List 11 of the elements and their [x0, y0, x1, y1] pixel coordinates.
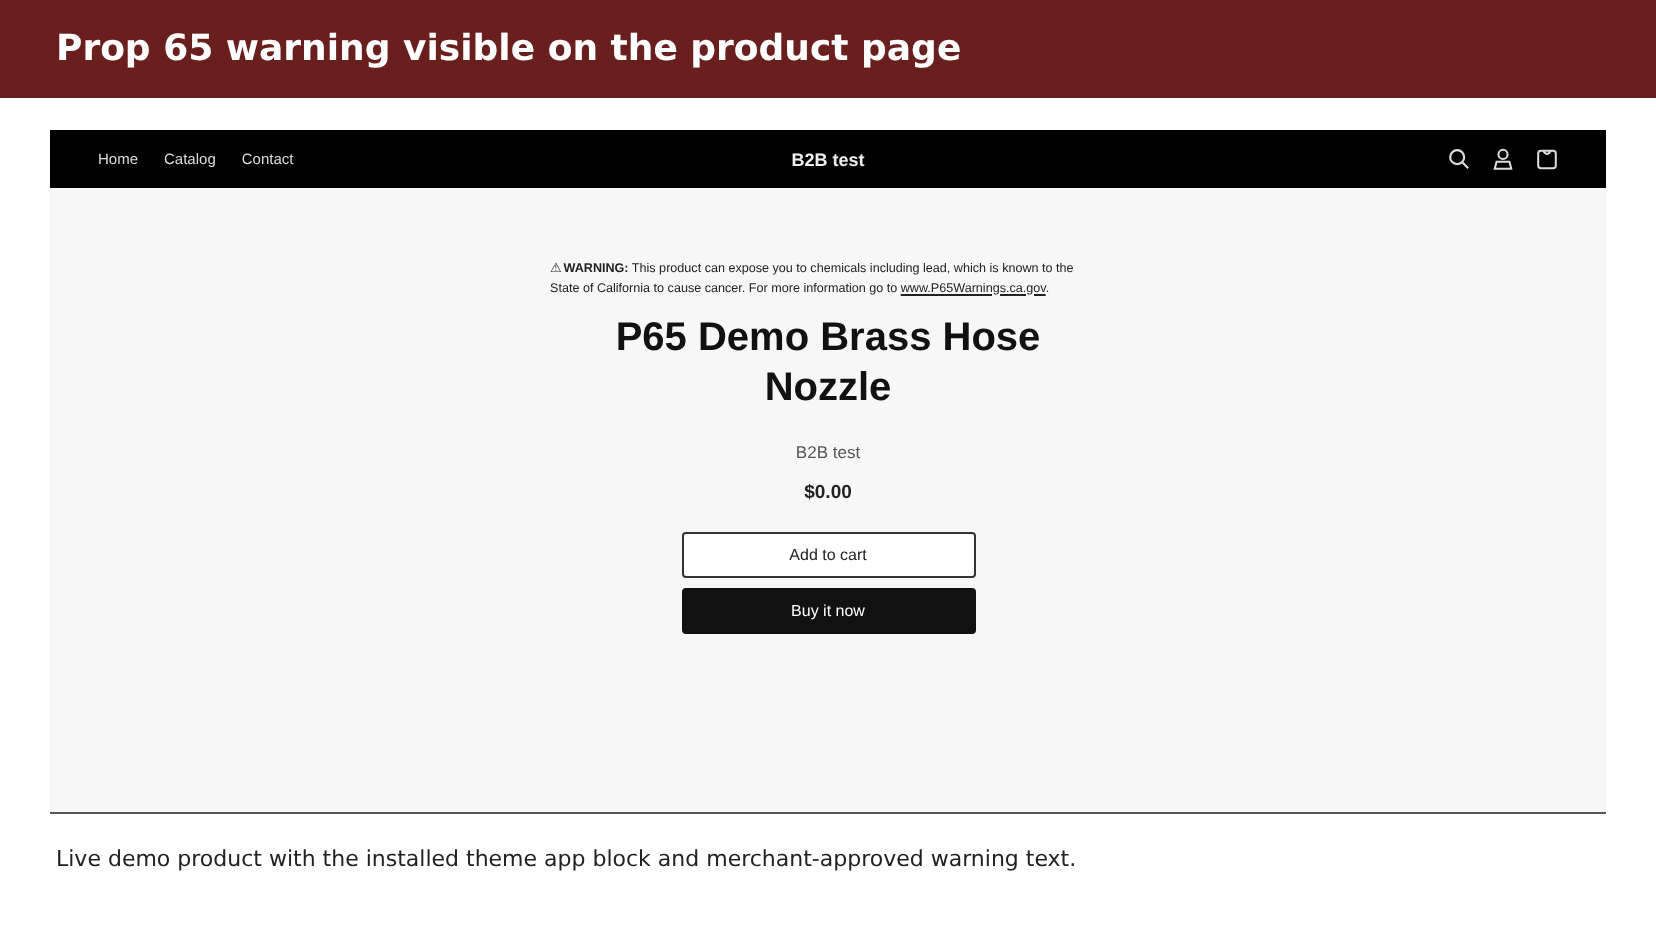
search-icon[interactable] [1448, 148, 1471, 170]
buy-now-button[interactable]: Buy it now [681, 588, 975, 634]
product-price: $0.00 [804, 482, 852, 504]
cart-icon[interactable] [1536, 148, 1559, 170]
add-to-cart-button[interactable]: Add to cart [681, 532, 975, 578]
product-vendor: B2B test [795, 442, 861, 462]
slide-title: Prop 65 warning visible on the product page [56, 28, 962, 70]
caption-text: Live demo product with the installed theme app block and merchant-approved warning text. [56, 846, 1079, 872]
store-name[interactable]: B2B test [791, 149, 865, 169]
product-title: P65 Demo Brass Hose Nozzle [613, 314, 1043, 414]
account-icon[interactable] [1492, 148, 1515, 170]
